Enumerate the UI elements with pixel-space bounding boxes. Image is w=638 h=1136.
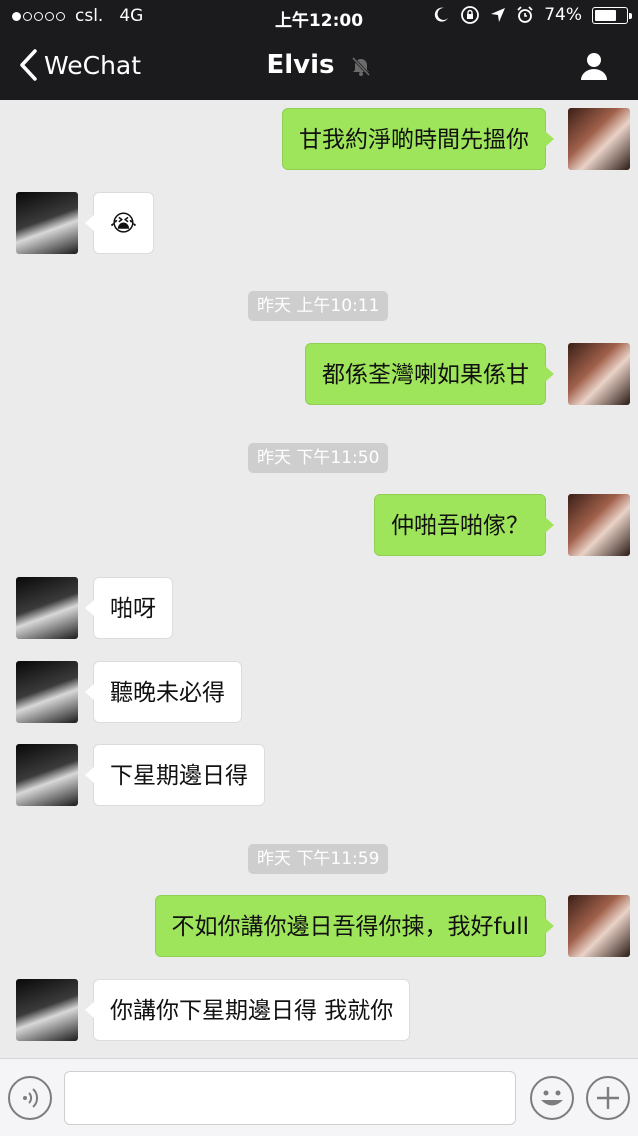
- emoji-button[interactable]: [530, 1076, 574, 1120]
- voice-button[interactable]: [8, 1076, 52, 1120]
- message-bubble-incoming[interactable]: 下星期邊日得: [85, 744, 265, 806]
- contact-avatar[interactable]: [16, 577, 78, 639]
- battery-level-fill: [595, 9, 617, 21]
- my-avatar[interactable]: [568, 108, 630, 170]
- more-button[interactable]: [586, 1076, 630, 1120]
- battery-percent: 74%: [544, 5, 582, 25]
- profile-person-icon[interactable]: [578, 50, 610, 82]
- contact-avatar[interactable]: [16, 192, 78, 254]
- message-bubble-incoming[interactable]: 聽晚未必得: [85, 661, 242, 723]
- message-bubble-outgoing[interactable]: 甘我約淨啲時間先搵你: [282, 108, 554, 170]
- message-bubble-incoming[interactable]: 啪呀: [85, 577, 173, 639]
- moon-icon: [435, 7, 449, 22]
- mute-bell-icon: [351, 56, 370, 76]
- contact-avatar[interactable]: [16, 979, 78, 1041]
- message-bubble-outgoing[interactable]: 都係荃灣喇如果係甘: [305, 343, 554, 405]
- message-bubble-incoming[interactable]: 😭: [85, 192, 154, 254]
- contact-name: Elvis: [266, 50, 335, 80]
- message-list[interactable]: 甘我約淨啲時間先搵你 😭 昨天 上午10:11 都係荃灣喇如果係甘 昨天 下午1…: [0, 100, 638, 1058]
- my-avatar[interactable]: [568, 494, 630, 556]
- contact-avatar[interactable]: [16, 661, 78, 723]
- alarm-icon: [517, 6, 533, 23]
- timestamp: 昨天 下午11:59: [248, 844, 389, 874]
- message-input[interactable]: [64, 1071, 516, 1125]
- battery-icon: [592, 6, 632, 24]
- status-bar: csl. 4G 上午12:00 74%: [0, 0, 638, 34]
- input-bar: [0, 1058, 638, 1136]
- message-bubble-outgoing[interactable]: 仲啪吾啪傢？: [374, 494, 554, 556]
- plus-icon: [597, 1087, 619, 1109]
- chat-title: Elvis: [0, 50, 638, 80]
- nav-bar: WeChat Elvis: [0, 34, 638, 100]
- rotation-lock-icon: [461, 6, 480, 24]
- status-right: 74%: [432, 5, 632, 25]
- location-arrow-icon: [491, 8, 506, 22]
- emoji-icon: [541, 1090, 563, 1106]
- timestamp: 昨天 下午11:50: [248, 443, 389, 473]
- my-avatar[interactable]: [568, 343, 630, 405]
- top-bar: csl. 4G 上午12:00 74% WeChat Elvis: [0, 0, 638, 100]
- message-bubble-outgoing[interactable]: 不如你講你邊日吾得你揀，我好full: [154, 895, 555, 957]
- timestamp: 昨天 上午10:11: [248, 291, 389, 321]
- contact-avatar[interactable]: [16, 744, 78, 806]
- my-avatar[interactable]: [568, 895, 630, 957]
- message-bubble-incoming[interactable]: 你講你下星期邊日得 我就你: [84, 979, 411, 1041]
- voice-icon: [23, 1088, 39, 1108]
